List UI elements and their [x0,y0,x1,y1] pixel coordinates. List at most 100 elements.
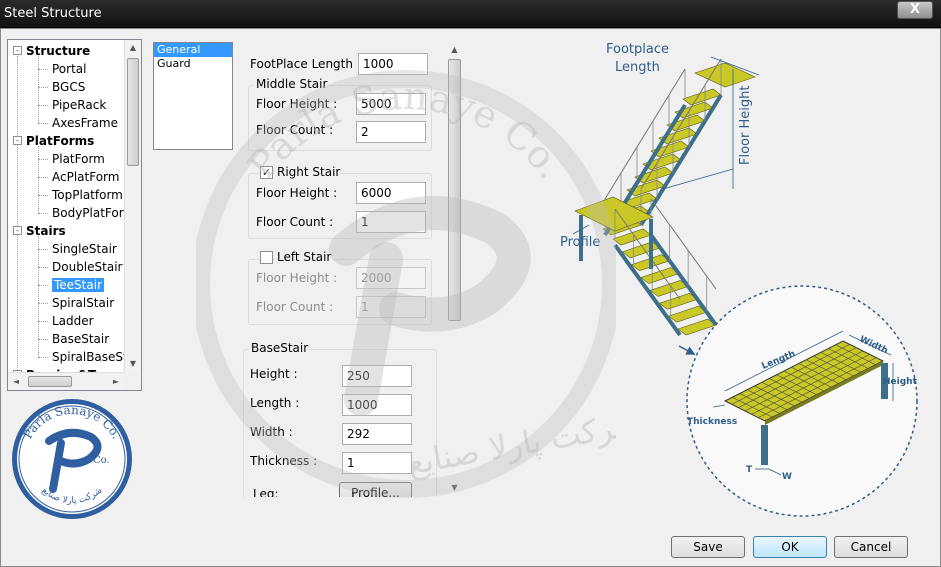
tree-item-label: BaseStair [52,332,110,346]
grating-leg [761,425,768,465]
tree-horizontal-scrollbar[interactable]: ◄ ► [8,372,126,390]
tree-item-bgcs[interactable]: BGCS [52,78,85,96]
tree-connector [38,159,48,160]
tree-item-topplatform[interactable]: TopPlatform [52,186,123,204]
tee-stair-illustration: Footplace Length Floor Height Profile Le… [560,42,918,517]
tree-vertical-scrollbar[interactable]: ▲ ▼ [124,40,141,372]
list-item-general[interactable]: General [154,43,232,57]
tree-item-ladder[interactable]: Ladder [52,312,94,330]
option-list[interactable]: General Guard [153,42,233,150]
panel-scroll-thumb[interactable] [448,59,461,321]
tree-connector [38,321,48,322]
company-logo: Parla Sanaye Co. شرکت پارلا صنایع Co. [12,399,132,519]
footplace-length-input[interactable]: 1000 [358,53,428,75]
cancel-button[interactable]: Cancel [834,536,908,558]
base-thickness-label: Thickness : [250,454,318,468]
tree-guide-line [38,56,39,123]
tree-item-doublestair[interactable]: DoubleStair [52,258,122,276]
middle-floor-height-input[interactable]: 5000 [356,93,426,115]
tree-item-spiralbasestair[interactable]: SpiralBaseStair [52,348,126,366]
left-stair-title: Left Stair [275,250,334,264]
base-stair-title: BaseStair [249,341,311,355]
dialog-client: - Structure Portal BGCS PipeRack AxesFrame - Pl… [0,28,941,567]
tree-expander-icon[interactable]: - [13,226,22,235]
profile-button[interactable]: Profile... [339,482,412,497]
right-stair-title: Right Stair [275,165,343,179]
left-floor-count-label: Floor Count : [256,300,334,314]
tree-item-basestair[interactable]: BaseStair [52,330,109,348]
tree-connector [38,285,48,286]
tree-expander-icon[interactable]: - [13,46,22,55]
title-bar: Steel Structure X [0,0,941,28]
logo-mark: Co. [93,455,110,466]
structure-tree[interactable]: - Structure Portal BGCS PipeRack AxesFrame - Pl… [7,39,142,391]
tree-item-axesframe[interactable]: AxesFrame [52,114,118,132]
base-length-input[interactable]: 1000 [342,394,412,416]
close-button[interactable]: X [897,1,933,19]
left-stair-checkbox[interactable] [260,251,273,264]
save-button[interactable]: Save [671,536,745,558]
tree-item-platform[interactable]: PlatForm [52,150,105,168]
right-floor-count-input[interactable]: 1 [356,211,426,233]
footplace-length-label: FootPlace Length : [250,57,361,71]
tree-item-piperack[interactable]: PipeRack [52,96,106,114]
tree-item-label: PlatForm [52,152,105,166]
base-length-label: Length : [250,396,300,410]
middle-stair-title: Middle Stair [254,77,330,91]
tree-connector [38,303,48,304]
tree-item-teestair[interactable]: TeeStair [52,276,104,294]
tree-item-label: Portal [52,62,87,76]
parameters-panel: FootPlace Length : 1000 Middle Stair Flo… [242,47,461,497]
list-item-guard[interactable]: Guard [154,57,232,71]
scroll-up-arrow-icon[interactable]: ▲ [125,40,141,56]
tree-connector [38,177,48,178]
tree-item-portal[interactable]: Portal [52,60,86,78]
tree-item-label: AxesFrame [52,116,118,130]
base-width-label: Width : [250,425,293,439]
ok-button[interactable]: OK [753,536,827,558]
tree-connector [38,195,48,196]
panel-vertical-scrollbar[interactable]: ▲ ▼ [446,43,463,495]
left-floor-height-input[interactable]: 2000 [356,267,426,289]
left-floor-count-input[interactable]: 1 [356,296,426,318]
right-floor-height-label: Floor Height : [256,186,338,200]
base-width-input[interactable]: 292 [342,423,412,445]
right-floor-height-input[interactable]: 6000 [356,182,426,204]
base-thickness-input[interactable]: 1 [342,452,412,474]
lower-flight-tread [621,241,661,259]
tree-expander-icon[interactable]: - [13,136,22,145]
right-floor-count-label: Floor Count : [256,215,334,229]
tree-item-label: DoubleStair [52,260,123,274]
scroll-thumb[interactable] [127,58,139,166]
middle-floor-height-label: Floor Height : [256,97,338,111]
panel-scroll-up-icon[interactable]: ▲ [446,43,463,57]
tree-category-platforms[interactable]: PlatForms [26,132,94,150]
tree-connector [38,249,48,250]
top-landing [694,62,756,88]
tree-connector [38,87,48,88]
tree-item-bodyplatform[interactable]: BodyPlatForm [52,204,126,222]
tree-item-acplatform[interactable]: AcPlatForm [52,168,119,186]
tree-item-singlestair[interactable]: SingleStair [52,240,117,258]
lower-flight-tread [640,267,680,284]
panel-scroll-down-icon[interactable]: ▼ [446,481,463,495]
label-profile: Profile [560,235,600,250]
hscroll-thumb[interactable] [28,376,72,387]
scroll-down-arrow-icon[interactable]: ▼ [125,356,141,372]
tree-item-label: Ladder [52,314,94,328]
tree-item-label: BodyPlatForm [52,206,126,220]
scroll-left-arrow-icon[interactable]: ◄ [8,373,24,390]
tree-connector [38,357,48,358]
tree-root-line [17,56,18,372]
middle-floor-count-input[interactable]: 2 [356,121,426,143]
base-height-input[interactable]: 250 [342,365,412,387]
tree-item-label: SpiralStair [52,296,115,310]
stair-drawing [572,56,760,337]
tree-item-label: AcPlatForm [52,170,120,184]
tree-category-structure[interactable]: Structure [26,42,90,60]
tree-category-stairs[interactable]: Stairs [26,222,66,240]
right-stair-checkbox[interactable]: ✓ [260,166,273,179]
label-floor-height: Floor Height [738,86,753,165]
tree-item-spiralstair[interactable]: SpiralStair [52,294,114,312]
scroll-right-arrow-icon[interactable]: ► [108,373,124,390]
